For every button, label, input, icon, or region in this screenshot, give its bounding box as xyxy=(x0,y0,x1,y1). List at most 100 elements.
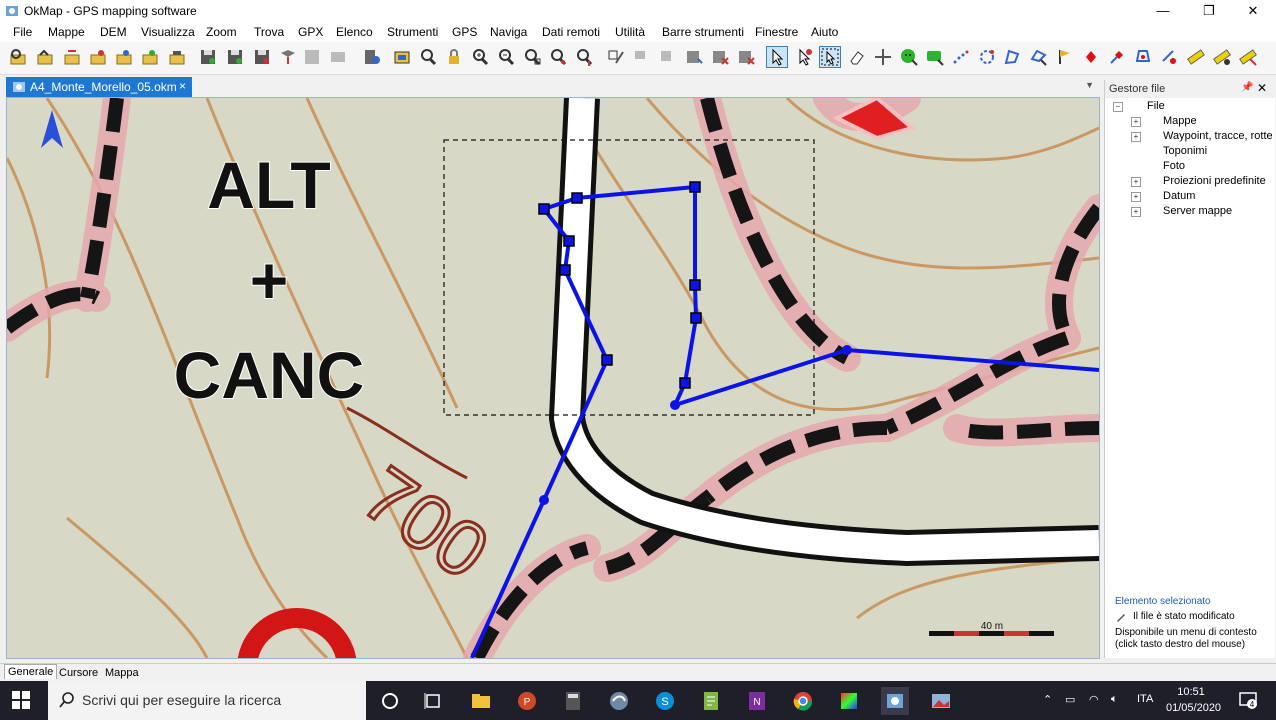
dotted-route-icon[interactable] xyxy=(951,47,971,67)
select-waypoint-icon[interactable] xyxy=(794,47,814,67)
file-explorer-icon[interactable] xyxy=(467,687,495,715)
open-file-icon[interactable] xyxy=(35,47,55,67)
zoom-icon[interactable] xyxy=(418,47,438,67)
tray-chevron-icon[interactable]: ⌃ xyxy=(1043,693,1052,706)
expand-icon[interactable]: + xyxy=(1131,117,1141,127)
pin-icon[interactable]: 📌 xyxy=(1241,82,1253,93)
export-icon[interactable] xyxy=(278,47,298,67)
tree-root-file[interactable]: File xyxy=(1147,100,1165,112)
zoom-window-icon[interactable] xyxy=(522,47,542,67)
document-tab-close[interactable]: × xyxy=(179,79,186,93)
delete-track-icon[interactable] xyxy=(736,47,756,67)
open-map-icon[interactable] xyxy=(8,47,28,67)
close-button[interactable]: ✕ xyxy=(1230,0,1276,22)
menu-finestre[interactable]: Finestre xyxy=(755,25,798,39)
minimize-button[interactable]: — xyxy=(1140,0,1186,22)
document-tab[interactable]: A4_Monte_Morello_05.okm × xyxy=(6,77,192,97)
waypoint-icon[interactable] xyxy=(1081,47,1101,67)
zoom-1to1-icon[interactable] xyxy=(574,47,594,67)
menu-naviga[interactable]: Naviga xyxy=(490,25,527,39)
save-map-icon[interactable] xyxy=(198,47,218,67)
ruler-profile-icon[interactable] xyxy=(1238,47,1258,67)
select-area-icon[interactable] xyxy=(819,46,841,68)
menu-aiuto[interactable]: Aiuto xyxy=(811,25,838,39)
expand-icon[interactable]: + xyxy=(1131,132,1141,142)
collapse-icon[interactable]: − xyxy=(1113,102,1123,112)
battery-icon[interactable]: ▭ xyxy=(1065,693,1075,706)
save-track-icon[interactable] xyxy=(252,47,272,67)
image-viewer-icon[interactable] xyxy=(927,687,955,715)
menu-dati-remoti[interactable]: Dati remoti xyxy=(542,25,600,39)
eraser-icon[interactable] xyxy=(847,47,867,67)
calculator-icon[interactable] xyxy=(559,687,587,715)
cortana-icon[interactable] xyxy=(376,687,404,715)
shape-route-icon[interactable] xyxy=(1029,47,1049,67)
map-layer-icon[interactable] xyxy=(392,47,412,67)
expand-icon[interactable]: + xyxy=(1131,177,1141,187)
select-pointer-icon[interactable] xyxy=(766,46,788,68)
open-dem-icon[interactable] xyxy=(114,47,134,67)
circle-route-icon[interactable] xyxy=(977,47,997,67)
menu-barre-strumenti[interactable]: Barre strumenti xyxy=(662,25,744,39)
ruler-icon[interactable] xyxy=(1186,47,1206,67)
gps-device-icon[interactable] xyxy=(362,47,382,67)
menu-visualizza[interactable]: Visualizza xyxy=(141,25,195,39)
volume-icon[interactable]: 🔈︎ xyxy=(1111,693,1118,706)
flag-icon[interactable] xyxy=(1055,47,1075,67)
windows-start-icon[interactable] xyxy=(10,689,32,711)
okmap-taskbar-icon[interactable] xyxy=(881,687,909,715)
notepad-icon[interactable] xyxy=(697,687,725,715)
tree-item-waypoint[interactable]: Waypoint, tracce, rotte xyxy=(1163,130,1273,142)
open-folder-icon[interactable] xyxy=(167,47,187,67)
measure-icon[interactable] xyxy=(1159,47,1179,67)
ruler-area-icon[interactable] xyxy=(1212,47,1232,67)
menu-file[interactable]: File xyxy=(13,25,32,39)
color-app-icon[interactable] xyxy=(835,687,863,715)
open-gps-icon[interactable] xyxy=(88,47,108,67)
map-canvas[interactable]: 700 ALT + CANC 40 m xyxy=(7,98,1099,658)
save-file-icon[interactable] xyxy=(225,47,245,67)
panel-close-icon[interactable]: ✕ xyxy=(1257,81,1267,95)
paste-waypoint-icon[interactable] xyxy=(684,47,704,67)
app-swirl-icon[interactable] xyxy=(605,687,633,715)
taskbar-clock[interactable]: 10:51 01/05/2020 xyxy=(1166,684,1221,716)
menu-gps[interactable]: GPS xyxy=(452,25,477,39)
gps-smiley-icon[interactable] xyxy=(899,47,919,67)
tab-cursore[interactable]: Cursore xyxy=(56,666,101,680)
zoom-out-icon[interactable] xyxy=(496,47,516,67)
menu-zoom[interactable]: Zoom xyxy=(206,25,237,39)
tree-item-toponimi[interactable]: Toponimi xyxy=(1163,145,1207,157)
wifi-icon[interactable]: ◠ xyxy=(1089,693,1099,706)
add-waypoint-icon[interactable] xyxy=(1107,47,1127,67)
menu-trova[interactable]: Trova xyxy=(254,25,284,39)
menu-gpx[interactable]: GPX xyxy=(298,25,323,39)
map-view[interactable]: 700 ALT + CANC 40 m xyxy=(6,97,1100,659)
tab-mappa[interactable]: Mappa xyxy=(102,666,142,680)
tree-item-datum[interactable]: Datum xyxy=(1163,190,1195,202)
open-track-icon[interactable] xyxy=(62,47,82,67)
zoom-selection-icon[interactable] xyxy=(548,47,568,67)
expand-icon[interactable]: + xyxy=(1131,192,1141,202)
menu-utilita[interactable]: Utilità xyxy=(615,25,645,39)
onenote-icon[interactable]: N xyxy=(743,687,771,715)
tree-item-foto[interactable]: Foto xyxy=(1163,160,1185,172)
task-view-icon[interactable] xyxy=(419,687,447,715)
notification-center-icon[interactable]: 4 xyxy=(1238,690,1258,710)
taskbar-search-input[interactable]: Scrivi qui per eseguire la ricerca xyxy=(48,681,366,720)
menu-elenco[interactable]: Elenco xyxy=(336,25,373,39)
zoom-in-icon[interactable] xyxy=(470,47,490,67)
tree-item-mappe[interactable]: Mappe xyxy=(1163,115,1197,127)
chrome-icon[interactable] xyxy=(789,687,817,715)
polygon-route-icon[interactable] xyxy=(1003,47,1023,67)
language-indicator[interactable]: ITA xyxy=(1137,693,1153,705)
delete-waypoint-icon[interactable] xyxy=(710,47,730,67)
gps-message-icon[interactable] xyxy=(925,47,945,67)
menu-strumenti[interactable]: Strumenti xyxy=(387,25,438,39)
powerpoint-icon[interactable]: P xyxy=(513,687,541,715)
edit-waypoint-icon[interactable] xyxy=(1133,47,1153,67)
lock-icon[interactable] xyxy=(444,47,464,67)
move-icon[interactable] xyxy=(873,47,893,67)
expand-icon[interactable]: + xyxy=(1131,207,1141,217)
menu-dem[interactable]: DEM xyxy=(100,25,127,39)
open-photo-icon[interactable] xyxy=(140,47,160,67)
